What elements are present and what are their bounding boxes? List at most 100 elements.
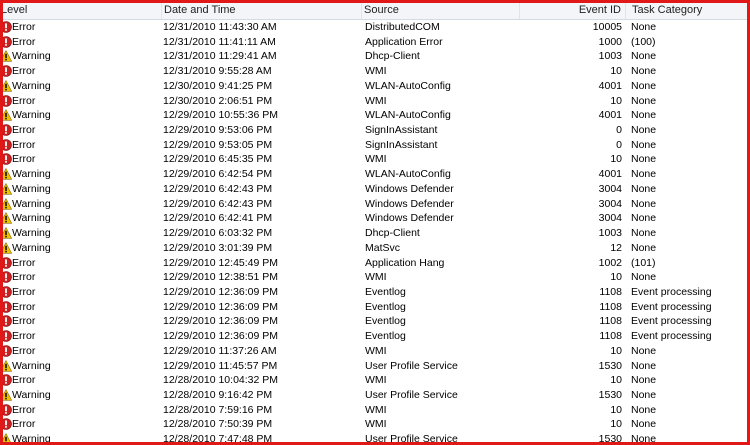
level-label: Warning — [12, 227, 51, 240]
table-row[interactable]: Error 12/29/2010 11:37:26 AM WMI 10 None — [3, 344, 747, 359]
date-time-cell: 12/29/2010 11:37:26 AM — [163, 344, 277, 357]
table-row[interactable]: Warning 12/29/2010 6:42:41 PM Windows Defe… — [3, 211, 747, 226]
level-label: Error — [12, 344, 36, 357]
event-id-cell: 3004 — [598, 197, 622, 210]
table-row[interactable]: Warning 12/28/2010 7:47:48 PM User Profile… — [3, 432, 747, 445]
task-category-cell: None — [631, 197, 657, 210]
column-header-date-time[interactable]: Date and Time — [162, 3, 362, 19]
task-category-cell: None — [631, 271, 657, 284]
level-label: Warning — [12, 212, 51, 225]
table-row[interactable]: Error 12/29/2010 12:36:09 PM Eventlog 1108 E… — [3, 314, 747, 329]
table-row[interactable]: Warning 12/29/2010 6:42:54 PM WLAN-AutoCon… — [3, 167, 747, 182]
level-cell: Warning — [3, 226, 161, 241]
table-row[interactable]: Error 12/31/2010 11:43:30 AM DistributedCO… — [3, 20, 747, 35]
level-cell: Error — [3, 329, 161, 344]
task-category-cell: None — [631, 212, 657, 225]
level-cell: Error — [3, 285, 161, 300]
table-row[interactable]: Error 12/28/2010 7:50:39 PM WMI 10 None — [3, 417, 747, 432]
table-row[interactable]: Error 12/29/2010 9:53:05 PM SignInAssistan… — [3, 138, 747, 153]
task-category-cell: None — [631, 433, 657, 445]
column-header-source[interactable]: Source — [362, 3, 520, 19]
task-category-cell: None — [631, 124, 657, 137]
error-icon — [3, 374, 12, 387]
event-id-cell: 1108 — [599, 285, 622, 298]
level-label: Warning — [12, 197, 51, 210]
table-row[interactable]: Error 12/28/2010 7:59:16 PM WMI 10 None — [3, 403, 747, 418]
event-id-cell: 1003 — [598, 227, 622, 240]
level-label: Warning — [12, 79, 51, 92]
task-category-cell: (101) — [631, 256, 656, 269]
column-header-level[interactable]: Level — [3, 3, 162, 19]
task-category-cell: None — [631, 388, 657, 401]
level-cell: Error — [3, 20, 161, 35]
warning-icon — [3, 388, 12, 401]
event-id-cell: 0 — [616, 124, 622, 137]
date-time-cell: 12/31/2010 11:29:41 AM — [163, 50, 277, 63]
table-row[interactable]: Warning 12/29/2010 6:42:43 PM Windows Defe… — [3, 182, 747, 197]
column-header-row: Level Date and Time Source Event ID Task… — [3, 3, 747, 20]
source-cell: User Profile Service — [365, 433, 458, 445]
error-icon — [3, 418, 12, 431]
event-id-cell: 10 — [610, 94, 622, 107]
table-row[interactable]: Error 12/31/2010 9:55:28 AM WMI 10 None — [3, 64, 747, 79]
table-row[interactable]: Warning 12/29/2010 11:45:57 PM User Profil… — [3, 359, 747, 374]
warning-icon — [3, 182, 12, 195]
table-row[interactable]: Error 12/28/2010 10:04:32 PM WMI 10 None — [3, 373, 747, 388]
source-cell: WLAN-AutoConfig — [365, 168, 451, 181]
event-id-cell: 1108 — [599, 315, 622, 328]
level-label: Error — [12, 271, 36, 284]
event-id-cell: 10 — [610, 271, 622, 284]
error-icon — [3, 153, 12, 166]
level-label: Warning — [12, 241, 51, 254]
level-label: Warning — [12, 182, 51, 195]
table-row[interactable]: Warning 12/29/2010 6:42:43 PM Windows Defe… — [3, 197, 747, 212]
level-cell: Warning — [3, 197, 161, 212]
table-row[interactable]: Error 12/29/2010 12:45:49 PM Application H… — [3, 256, 747, 271]
column-header-task-category[interactable]: Task Category — [626, 3, 747, 19]
task-category-cell: None — [631, 79, 657, 92]
event-id-cell: 1002 — [598, 256, 622, 269]
level-cell: Error — [3, 94, 161, 109]
table-row[interactable]: Warning 12/31/2010 11:29:41 AM Dhcp-Client… — [3, 49, 747, 64]
source-cell: Eventlog — [365, 285, 406, 298]
error-icon — [3, 256, 12, 269]
source-cell: Application Hang — [365, 256, 445, 269]
source-cell: WMI — [365, 271, 387, 284]
table-row[interactable]: Error 12/29/2010 12:36:09 PM Eventlog 1108 E… — [3, 285, 747, 300]
error-icon — [3, 138, 12, 151]
task-category-cell: Event processing — [631, 285, 712, 298]
table-row[interactable]: Error 12/29/2010 12:38:51 PM WMI 10 None — [3, 270, 747, 285]
event-id-cell: 3004 — [598, 212, 622, 225]
table-row[interactable]: Error 12/29/2010 9:53:06 PM SignInAssistan… — [3, 123, 747, 138]
date-time-cell: 12/29/2010 10:55:36 PM — [163, 109, 279, 122]
table-row[interactable]: Warning 12/30/2010 9:41:25 PM WLAN-AutoCon… — [3, 79, 747, 94]
source-cell: Dhcp-Client — [365, 227, 420, 240]
warning-icon — [3, 212, 12, 224]
level-label: Error — [12, 138, 36, 151]
level-label: Warning — [12, 433, 51, 445]
date-time-cell: 12/29/2010 12:36:09 PM — [163, 300, 279, 313]
column-header-event-id[interactable]: Event ID — [520, 3, 626, 19]
table-row[interactable]: Error 12/29/2010 6:45:35 PM WMI 10 None — [3, 152, 747, 167]
date-time-cell: 12/29/2010 12:38:51 PM — [163, 271, 279, 284]
level-label: Warning — [12, 109, 51, 122]
table-row[interactable]: Warning 12/29/2010 3:01:39 PM MatSvc 12 None — [3, 241, 747, 256]
task-category-cell: Event processing — [631, 315, 712, 328]
level-label: Warning — [12, 168, 51, 181]
level-cell: Error — [3, 403, 161, 418]
table-row[interactable]: Warning 12/29/2010 10:55:36 PM WLAN-AutoCo… — [3, 108, 747, 123]
level-label: Error — [12, 256, 36, 269]
task-category-cell: None — [631, 344, 657, 357]
table-row[interactable]: Error 12/31/2010 11:41:11 AM Application E… — [3, 35, 747, 50]
task-category-cell: None — [631, 403, 657, 416]
source-cell: MatSvc — [365, 241, 401, 254]
warning-icon — [3, 359, 12, 372]
table-row[interactable]: Warning 12/29/2010 6:03:32 PM Dhcp-Client 1… — [3, 226, 747, 241]
source-cell: SignInAssistant — [365, 138, 438, 151]
table-row[interactable]: Error 12/30/2010 2:06:51 PM WMI 10 None — [3, 94, 747, 109]
table-row[interactable]: Error 12/29/2010 12:36:09 PM Eventlog 1108 E… — [3, 329, 747, 344]
table-row[interactable]: Warning 12/28/2010 9:16:42 PM User Profile… — [3, 388, 747, 403]
event-id-cell: 10 — [610, 403, 622, 416]
source-cell: Windows Defender — [365, 182, 454, 195]
table-row[interactable]: Error 12/29/2010 12:36:09 PM Eventlog 1108 E… — [3, 300, 747, 315]
